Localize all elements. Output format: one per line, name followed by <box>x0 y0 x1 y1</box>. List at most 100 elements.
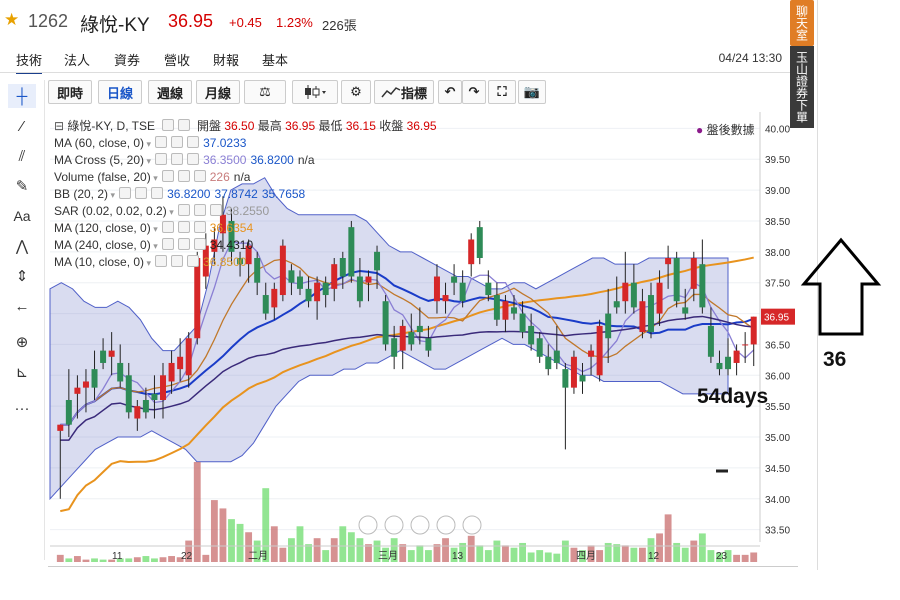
legend-control-icon[interactable] <box>135 187 148 199</box>
crosshair-icon[interactable]: ┼ <box>8 84 36 108</box>
legend-indicator-row[interactable]: MA (240, close, 0) ▾ 34.4310 <box>54 237 253 255</box>
legend-control-icon[interactable] <box>177 221 190 233</box>
candle-body <box>168 362 175 382</box>
legend-caret-icon[interactable]: ▾ <box>151 241 158 251</box>
legend-control-icon[interactable] <box>177 204 190 216</box>
volume-bar <box>741 554 749 562</box>
candle-body <box>322 282 329 296</box>
interval-weekly-button[interactable]: 週線 <box>148 80 192 104</box>
legend-control-icon[interactable] <box>193 204 206 216</box>
indicators-button[interactable]: 指標 <box>374 80 434 104</box>
legend-caret-icon[interactable]: ▾ <box>151 224 158 234</box>
legend-control-icon[interactable] <box>177 170 190 182</box>
legend-indicator-row[interactable]: MA Cross (5, 20) ▾ 36.3500 36.8200 n/a <box>54 152 315 170</box>
compare-scale-icon[interactable]: ⚖ <box>244 80 286 104</box>
favorite-star-icon[interactable]: ★ <box>4 10 19 30</box>
legend-control-icon[interactable] <box>151 187 164 199</box>
annotation-days: 54days <box>697 385 769 408</box>
candle-body <box>536 338 543 357</box>
legend-indicator-name: BB (20, 2) <box>54 187 109 201</box>
legend-indicator-row[interactable]: MA (10, close, 0) ▾ 36.8500 <box>54 254 246 272</box>
tab-institutional[interactable]: 法人 <box>64 50 90 69</box>
legend-eye-icon[interactable] <box>162 119 175 131</box>
legend-caret-icon[interactable]: ▾ <box>144 258 152 268</box>
legend-control-icon[interactable] <box>193 221 206 233</box>
legend-caret-icon[interactable]: ▾ <box>144 156 152 166</box>
legend-control-icon[interactable] <box>119 187 132 199</box>
legend-control-icon[interactable] <box>155 136 168 148</box>
legend-indicator-row[interactable]: BB (20, 2) ▾ 36.8200 37.8742 35.7658 <box>54 186 305 204</box>
legend-indicator-row[interactable]: SAR (0.02, 0.02, 0.2) ▾ 38.2550 <box>54 203 269 221</box>
chat-room-button[interactable]: 聊天室 <box>790 0 814 46</box>
legend-indicator-row[interactable]: Volume (false, 20) ▾ 226 n/a <box>54 169 250 187</box>
candle-body <box>134 406 141 419</box>
tab-basic[interactable]: 基本 <box>262 50 288 69</box>
legend-control-icon[interactable] <box>161 221 174 233</box>
legend-caret-icon[interactable]: ▾ <box>144 139 152 149</box>
volume-bar <box>142 556 150 562</box>
legend-control-icon[interactable] <box>161 238 174 250</box>
legend-control-icon[interactable] <box>209 204 222 216</box>
candle-body <box>485 282 492 296</box>
legend-control-icon[interactable] <box>171 255 184 267</box>
legend-control-icon[interactable] <box>177 238 190 250</box>
tab-revenue[interactable]: 營收 <box>164 50 190 69</box>
volume-bar <box>416 545 424 562</box>
tab-technical[interactable]: 技術 <box>16 50 43 74</box>
volume-bar <box>596 550 604 562</box>
legend-control-icon[interactable] <box>193 238 206 250</box>
measure-icon[interactable]: ⇕ <box>8 264 36 288</box>
legend-symbol-row: ⊟ 綠悅-KY, D, TSE 開盤 36.50 最高 36.95 最低 36.… <box>54 119 437 133</box>
legend-indicator-row[interactable]: MA (120, close, 0) ▾ 36.6354 <box>54 220 253 238</box>
broker-order-button[interactable]: 玉山證券下單 <box>790 46 814 128</box>
ruler-icon[interactable]: ⊾ <box>8 360 36 384</box>
legend-caret-icon[interactable]: ▾ <box>151 173 158 183</box>
arrow-left-icon[interactable]: ← <box>8 294 36 318</box>
legend-control-icon[interactable] <box>171 153 184 165</box>
legend-control-icon[interactable] <box>193 170 206 182</box>
legend-control-icon[interactable] <box>187 153 200 165</box>
candle-body <box>613 301 620 308</box>
zoom-in-icon[interactable]: ⊕ <box>8 330 36 354</box>
legend-control-icon[interactable] <box>187 255 200 267</box>
interval-daily-button[interactable]: 日線 <box>98 80 142 104</box>
undo-icon[interactable]: ↶ <box>438 80 462 104</box>
candle-body <box>442 295 449 302</box>
legend-indicator-row[interactable]: MA (60, close, 0) ▾ 37.0233 <box>54 135 246 153</box>
legend-caret-icon[interactable]: ▾ <box>108 190 116 200</box>
legend-indicator-value: 36.8200 <box>250 153 294 167</box>
candle-body <box>673 258 680 302</box>
legend-indicator-value: 34.4310 <box>209 238 254 252</box>
candle-body <box>528 325 535 345</box>
redo-icon[interactable]: ↷ <box>462 80 486 104</box>
pattern-icon[interactable]: ⋀ <box>8 234 36 258</box>
after-hours-link[interactable]: ● 盤後數據 <box>696 121 755 138</box>
legend-control-icon[interactable] <box>161 170 174 182</box>
legend-control-icon[interactable] <box>155 153 168 165</box>
volume-bar <box>330 538 338 562</box>
legend-caret-icon[interactable]: ▾ <box>167 207 174 217</box>
screenshot-camera-icon[interactable]: 📷 <box>518 80 546 104</box>
text-tool-icon[interactable]: Aa <box>8 204 36 228</box>
brush-icon[interactable]: ✎ <box>8 174 36 198</box>
settings-gear-icon[interactable]: ⚙ <box>341 80 371 104</box>
tab-financials[interactable]: 財報 <box>213 50 239 69</box>
interval-monthly-button[interactable]: 月線 <box>196 80 240 104</box>
legend-control-icon[interactable] <box>187 136 200 148</box>
fibonacci-icon[interactable]: ⫽ <box>8 144 36 168</box>
more-tools-icon[interactable]: ··· <box>8 396 36 420</box>
chart-type-candle-icon[interactable] <box>292 80 338 104</box>
volume-bar <box>159 557 167 562</box>
candle-body <box>416 325 423 333</box>
candle-body <box>699 264 706 308</box>
tab-margin[interactable]: 資券 <box>114 50 140 69</box>
low-value: 36.15 <box>345 119 376 133</box>
legend-settings-icon[interactable] <box>178 119 191 131</box>
interval-intraday-button[interactable]: 即時 <box>48 80 92 104</box>
fullscreen-icon[interactable]: ⛶ <box>488 80 516 104</box>
candle-body <box>519 313 526 333</box>
legend-control-icon[interactable] <box>155 255 168 267</box>
trend-line-icon[interactable]: ⁄ <box>8 114 36 138</box>
zoom-control-icon <box>410 515 430 535</box>
legend-control-icon[interactable] <box>171 136 184 148</box>
